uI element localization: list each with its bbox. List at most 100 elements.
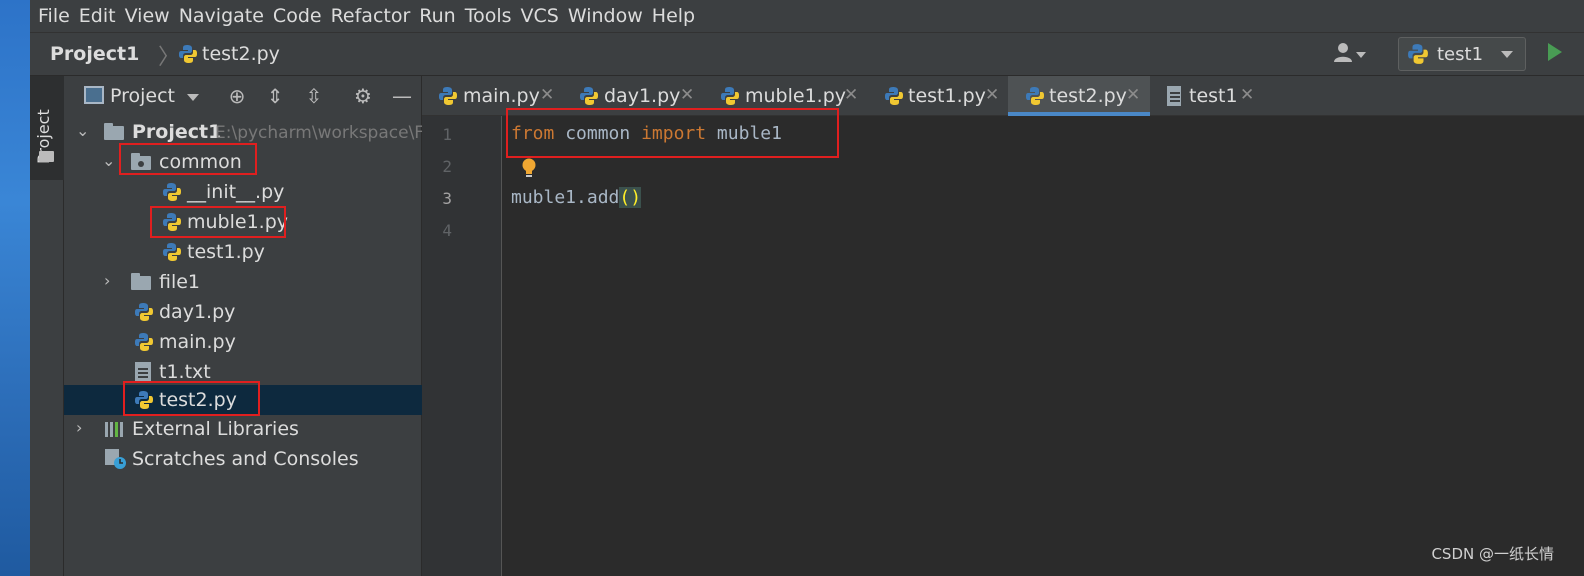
collapse-all-icon[interactable]: ⇳	[302, 84, 326, 108]
text-file-icon	[135, 362, 151, 382]
tab-test2-py[interactable]: test2.py ✕	[1008, 76, 1150, 116]
project-view-title[interactable]: Project	[110, 85, 175, 107]
user-icon[interactable]	[1332, 39, 1372, 69]
line-number: 4	[442, 221, 452, 240]
menu-code[interactable]: Code	[273, 5, 322, 27]
line-number-gutter: 1 2 3 4	[422, 116, 502, 576]
close-icon[interactable]: ✕	[1126, 85, 1140, 105]
menu-file[interactable]: File	[38, 5, 70, 27]
tree-item-label: External Libraries	[132, 418, 299, 440]
python-icon	[1408, 44, 1428, 64]
folder-icon	[104, 123, 124, 140]
call-expression: muble1.add	[511, 187, 620, 208]
menu-bar: File Edit View Navigate Code Refactor Ru…	[30, 0, 1584, 32]
matched-parens: ()	[619, 187, 642, 208]
chevron-right-icon: ›	[76, 418, 83, 437]
tab-label: test2.py	[1049, 85, 1127, 107]
code-editor[interactable]: 1 2 3 4 from common import muble1 muble1…	[422, 108, 1584, 576]
python-file-icon	[135, 333, 153, 351]
menu-window[interactable]: Window	[568, 5, 643, 27]
tree-item-test1-py[interactable]: test1.py	[64, 237, 422, 267]
python-file-icon	[439, 87, 457, 105]
breadcrumb-project[interactable]: Project1	[50, 43, 139, 65]
tree-item-label: __init__.py	[187, 181, 285, 203]
code-line-3[interactable]: muble1.add()	[511, 187, 642, 208]
tab-label: test1.py	[908, 85, 986, 107]
tree-item-label: main.py	[159, 331, 236, 353]
project-panel: Project ⊕ ⇕ ⇳ ⚙ — ⌄ Project1 E:\pycharm\…	[64, 76, 425, 576]
hide-icon[interactable]: —	[390, 84, 414, 108]
chevron-down-icon[interactable]	[187, 94, 199, 101]
python-file-icon	[179, 45, 197, 63]
project-view-icon	[84, 86, 104, 104]
tab-label: main.py	[463, 85, 540, 107]
menu-edit[interactable]: Edit	[79, 5, 116, 27]
tree-item-external-libraries[interactable]: › External Libraries	[64, 414, 422, 444]
python-file-icon	[580, 87, 598, 105]
python-file-icon	[885, 87, 903, 105]
breadcrumb-file[interactable]: test2.py	[202, 43, 280, 65]
run-config-selector[interactable]: test1	[1398, 37, 1526, 71]
tree-item-label: Project1	[132, 121, 222, 143]
watermark: CSDN @一纸长情	[1431, 545, 1554, 563]
chevron-down-icon	[1501, 51, 1513, 58]
tool-window-strip: Project	[30, 76, 64, 576]
desktop-edge	[0, 0, 30, 576]
menu-help[interactable]: Help	[652, 5, 695, 27]
menu-run[interactable]: Run	[419, 5, 455, 27]
project-tool-tab[interactable]: Project	[30, 76, 64, 180]
tree-item-scratches-and-consoles[interactable]: Scratches and Consoles	[64, 444, 422, 474]
highlight-box-muble1	[150, 206, 286, 238]
highlight-box-common	[119, 143, 257, 175]
tab-label: day1.py	[604, 85, 681, 107]
line-number: 2	[442, 157, 452, 176]
tree-item-label: test1.py	[187, 241, 265, 263]
close-icon[interactable]: ✕	[1240, 85, 1254, 105]
folder-icon	[131, 273, 151, 290]
close-icon[interactable]: ✕	[844, 85, 858, 105]
tree-item-init-py[interactable]: __init__.py	[64, 177, 422, 207]
tree-item-label: file1	[159, 271, 201, 293]
python-file-icon	[163, 243, 181, 261]
line-number: 1	[442, 125, 452, 144]
tree-item-label: t1.txt	[159, 361, 211, 383]
breadcrumb-separator-icon: 〉	[158, 45, 181, 70]
menu-tools[interactable]: Tools	[465, 5, 512, 27]
locate-icon[interactable]: ⊕	[225, 84, 249, 108]
close-icon[interactable]: ✕	[540, 85, 554, 105]
tab-test1-py[interactable]: test1.py ✕	[864, 76, 1008, 116]
highlight-box-import-line	[506, 108, 839, 158]
python-file-icon	[163, 183, 181, 201]
tree-item-day1-py[interactable]: day1.py	[64, 297, 422, 327]
tab-label: muble1.py	[745, 85, 847, 107]
tree-item-file1[interactable]: › file1	[64, 267, 422, 297]
tree-item-label: Scratches and Consoles	[132, 448, 359, 470]
project-panel-toolbar: Project ⊕ ⇕ ⇳ ⚙ —	[64, 76, 422, 116]
chevron-right-icon: ›	[104, 271, 111, 290]
python-file-icon	[135, 303, 153, 321]
python-file-icon	[721, 87, 739, 105]
tab-test1[interactable]: test1 ✕	[1150, 76, 1262, 116]
run-icon[interactable]	[1548, 43, 1562, 61]
chevron-down-icon: ⌄	[76, 121, 90, 140]
file-icon	[1167, 86, 1181, 106]
library-icon	[105, 422, 123, 437]
expand-all-icon[interactable]: ⇕	[263, 84, 287, 108]
navigation-bar: Project1 〉 test2.py test1	[30, 32, 1584, 76]
lightbulb-icon[interactable]	[521, 158, 537, 180]
tree-item-label: day1.py	[159, 301, 236, 323]
run-config-label: test1	[1437, 43, 1484, 65]
menu-view[interactable]: View	[125, 5, 170, 27]
tree-item-path: E:\pycharm\workspace\F	[215, 123, 425, 143]
menu-refactor[interactable]: Refactor	[331, 5, 411, 27]
tree-item-main-py[interactable]: main.py	[64, 327, 422, 357]
gear-icon[interactable]: ⚙	[351, 84, 375, 108]
line-number: 3	[442, 189, 452, 208]
tab-label: test1	[1189, 85, 1238, 107]
close-icon[interactable]: ✕	[985, 85, 999, 105]
highlight-box-test2	[123, 381, 260, 416]
menu-navigate[interactable]: Navigate	[179, 5, 264, 27]
menu-vcs[interactable]: VCS	[521, 5, 559, 27]
folder-icon	[39, 151, 54, 162]
close-icon[interactable]: ✕	[680, 85, 694, 105]
